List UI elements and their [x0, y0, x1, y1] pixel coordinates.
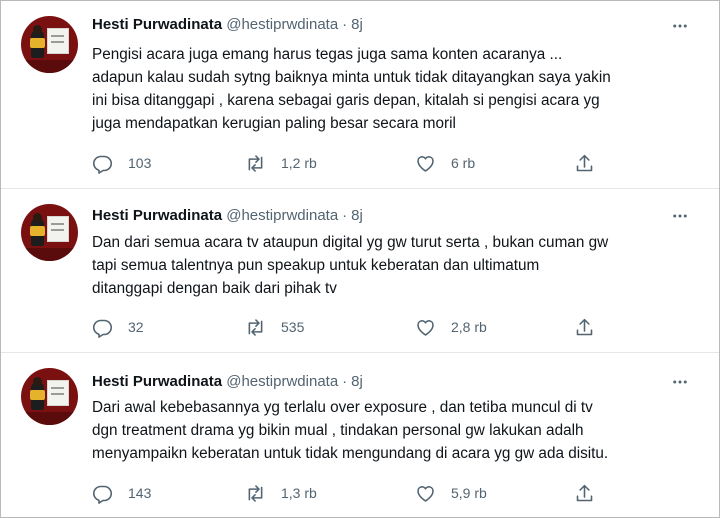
- reply-icon: [92, 485, 113, 504]
- avatar[interactable]: [21, 204, 78, 261]
- share-button[interactable]: [574, 481, 595, 505]
- share-icon: [576, 484, 593, 501]
- avatar[interactable]: [21, 368, 78, 425]
- tweet-text-line: ini bisa ditanggapi , karena sebagai gar…: [92, 92, 600, 109]
- tweet-text-line: ditanggapi dengan baik dari pihak tv: [92, 280, 337, 297]
- timestamp[interactable]: 8j: [351, 207, 363, 224]
- tweet-text: Dan dari semua acara tv ataupun digital …: [92, 231, 702, 300]
- tweet-text-line: tapi semua talentnya pun speakup untuk k…: [92, 257, 540, 274]
- tweet-feed: Hesti Purwadinata @hestiprwdinata · 8j Pen…: [0, 0, 720, 518]
- author-handle[interactable]: @hestiprwdinata: [226, 207, 338, 224]
- tweet-text-line: juga mendapatkan kerugian paling besar s…: [92, 115, 456, 132]
- share-button[interactable]: [574, 315, 595, 339]
- tweet-3[interactable]: Hesti Purwadinata @hestiprwdinata · 8j Dar…: [1, 353, 719, 517]
- like-button[interactable]: 6 rb: [415, 151, 475, 175]
- retweet-button[interactable]: 535: [245, 315, 304, 339]
- like-count: 6 rb: [451, 155, 476, 171]
- more-icon[interactable]: [669, 371, 691, 393]
- tweet-text-line: dgn treatment drama yg bikin mual , tind…: [92, 422, 584, 439]
- reply-count: 143: [128, 485, 152, 501]
- retweet-button[interactable]: 1,2 rb: [245, 151, 317, 175]
- author-name[interactable]: Hesti Purwadinata: [92, 16, 222, 33]
- tweet-text-line: Pengisi acara juga emang harus tegas jug…: [92, 46, 563, 63]
- reply-icon: [92, 319, 113, 338]
- author-handle[interactable]: @hestiprwdinata: [226, 16, 338, 33]
- share-icon: [576, 154, 593, 171]
- more-icon[interactable]: [669, 15, 691, 37]
- retweet-button[interactable]: 1,3 rb: [245, 481, 317, 505]
- share-button[interactable]: [574, 151, 595, 175]
- reply-button[interactable]: 32: [92, 315, 144, 339]
- retweet-count: 535: [281, 319, 305, 335]
- retweet-count: 1,3 rb: [281, 485, 317, 501]
- avatar[interactable]: [21, 16, 78, 73]
- timestamp[interactable]: 8j: [351, 16, 363, 33]
- separator-dot: ·: [342, 16, 348, 33]
- share-icon: [576, 318, 593, 335]
- heart-icon: [417, 155, 434, 172]
- retweet-count: 1,2 rb: [281, 155, 317, 171]
- reply-button[interactable]: 143: [92, 481, 151, 505]
- author-handle[interactable]: @hestiprwdinata: [226, 373, 338, 390]
- tweet-1[interactable]: Hesti Purwadinata @hestiprwdinata · 8j Pen…: [1, 1, 719, 188]
- retweet-icon: [248, 154, 263, 172]
- more-icon[interactable]: [669, 205, 691, 227]
- tweet-text: Pengisi acara juga emang harus tegas jug…: [92, 43, 702, 135]
- heart-icon: [417, 485, 434, 502]
- tweet-header: Hesti Purwadinata @hestiprwdinata · 8j: [92, 14, 363, 36]
- like-button[interactable]: 2,8 rb: [415, 315, 487, 339]
- tweet-actions: 32 535 2,8 rb: [92, 315, 612, 339]
- tweet-text-line: menyampaikn keberatan untuk tidak mengun…: [92, 445, 609, 462]
- tweet-text: Dari awal kebebasannya yg terlalu over e…: [92, 396, 702, 465]
- tweet-header: Hesti Purwadinata @hestiprwdinata · 8j: [92, 205, 363, 227]
- retweet-icon: [248, 484, 263, 502]
- tweet-2[interactable]: Hesti Purwadinata @hestiprwdinata · 8j Dan…: [1, 189, 719, 352]
- like-count: 5,9 rb: [451, 485, 487, 501]
- tweet-text-line: Dan dari semua acara tv ataupun digital …: [92, 234, 609, 251]
- reply-button[interactable]: 103: [92, 151, 151, 175]
- retweet-icon: [248, 318, 263, 336]
- author-name[interactable]: Hesti Purwadinata: [92, 207, 222, 224]
- reply-count: 32: [128, 319, 144, 335]
- reply-count: 103: [128, 155, 152, 171]
- tweet-actions: 103 1,2 rb 6 rb: [92, 151, 612, 175]
- timestamp[interactable]: 8j: [351, 373, 363, 390]
- tweet-actions: 143 1,3 rb 5,9 rb: [92, 481, 612, 505]
- author-name[interactable]: Hesti Purwadinata: [92, 373, 222, 390]
- heart-icon: [417, 319, 434, 336]
- like-count: 2,8 rb: [451, 319, 487, 335]
- like-button[interactable]: 5,9 rb: [415, 481, 487, 505]
- tweet-text-line: Dari awal kebebasannya yg terlalu over e…: [92, 399, 593, 416]
- tweet-header: Hesti Purwadinata @hestiprwdinata · 8j: [92, 371, 363, 393]
- separator-dot: ·: [342, 373, 348, 390]
- tweet-text-line: adapun kalau sudah sytng baiknya minta u…: [92, 69, 611, 86]
- separator-dot: ·: [342, 207, 348, 224]
- reply-icon: [92, 155, 113, 174]
